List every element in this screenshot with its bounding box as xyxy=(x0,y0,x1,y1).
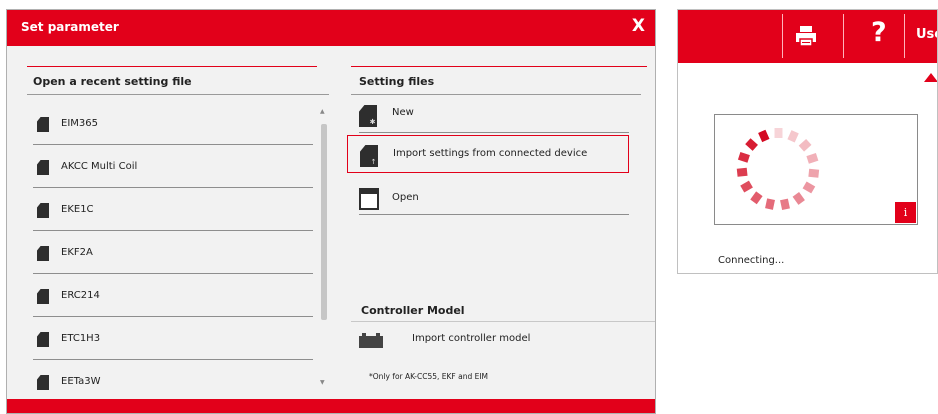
connection-panel: ? User i Co xyxy=(677,9,938,274)
import-file-icon: ↑ xyxy=(360,145,378,167)
scroll-thumb[interactable] xyxy=(321,124,327,320)
new-file-button[interactable]: ✱ New xyxy=(359,96,629,133)
dialog-footer xyxy=(7,399,655,413)
file-icon xyxy=(37,375,49,390)
recent-file-label: AKCC Multi Coil xyxy=(61,161,138,172)
dialog-header: Set parameter X xyxy=(7,10,655,46)
recent-file-label: EKF2A xyxy=(61,247,93,258)
printer-icon[interactable] xyxy=(795,25,817,47)
recent-heading-divider xyxy=(27,94,329,95)
setting-files-divider xyxy=(351,94,641,95)
set-parameter-dialog: Set parameter X Open a recent setting fi… xyxy=(6,9,656,414)
new-file-icon: ✱ xyxy=(359,105,377,127)
recent-file-label: ERC214 xyxy=(61,290,100,301)
controller-icon xyxy=(359,333,383,348)
user-menu[interactable]: User xyxy=(916,27,937,42)
recent-files-heading: Open a recent setting file xyxy=(33,75,192,88)
folder-icon xyxy=(359,188,379,210)
recent-heading-accent-line xyxy=(27,66,317,67)
scroll-up-arrow-icon[interactable]: ▲ xyxy=(320,108,325,115)
setting-files-accent-line xyxy=(351,66,647,67)
import-controller-model-label: Import controller model xyxy=(412,333,531,344)
setting-files-heading: Setting files xyxy=(359,75,435,88)
recent-files-list: EIM365 AKCC Multi Coil EKE1C EKF2A ERC21… xyxy=(33,102,313,403)
file-icon xyxy=(37,117,49,132)
list-item[interactable]: ETC1H3 xyxy=(33,317,313,360)
recent-file-label: EETa3W xyxy=(61,376,101,387)
help-icon[interactable]: ? xyxy=(871,18,887,48)
header-separator xyxy=(904,14,905,58)
controller-model-divider xyxy=(351,321,655,322)
info-button[interactable]: i xyxy=(895,202,916,223)
recent-file-label: EKE1C xyxy=(61,204,94,215)
recent-file-label: ETC1H3 xyxy=(61,333,101,344)
recent-file-label: EIM365 xyxy=(61,118,98,129)
import-settings-button[interactable]: ↑ Import settings from connected device xyxy=(347,135,629,173)
list-item[interactable]: ERC214 xyxy=(33,274,313,317)
list-item[interactable]: AKCC Multi Coil xyxy=(33,145,313,188)
open-file-button[interactable]: Open xyxy=(359,181,629,215)
controller-model-heading: Controller Model xyxy=(361,304,465,317)
file-icon xyxy=(37,203,49,218)
new-file-label: New xyxy=(392,107,414,118)
collapse-arrow-icon[interactable] xyxy=(924,73,937,82)
dialog-title: Set parameter xyxy=(21,20,119,34)
close-button[interactable]: X xyxy=(632,16,645,36)
recent-list-scrollbar[interactable]: ▲ ▼ xyxy=(319,106,329,388)
header-separator xyxy=(782,14,783,58)
header-separator xyxy=(843,14,844,58)
loading-spinner-icon xyxy=(736,128,820,211)
file-icon xyxy=(37,332,49,347)
progress-box: i xyxy=(714,114,918,225)
list-item[interactable]: EETa3W xyxy=(33,360,313,403)
list-item[interactable]: EKE1C xyxy=(33,188,313,231)
file-icon xyxy=(37,160,49,175)
file-icon xyxy=(37,289,49,304)
list-item[interactable]: EIM365 xyxy=(33,102,313,145)
import-controller-model-button[interactable]: Import controller model xyxy=(359,332,649,352)
file-icon xyxy=(37,246,49,261)
app-header: ? User xyxy=(678,10,937,63)
import-settings-label: Import settings from connected device xyxy=(393,148,588,159)
open-file-label: Open xyxy=(392,192,419,203)
scroll-down-arrow-icon[interactable]: ▼ xyxy=(320,379,325,386)
list-item[interactable]: EKF2A xyxy=(33,231,313,274)
controller-model-note: *Only for AK-CC55, EKF and EIM xyxy=(369,372,489,381)
connection-status-text: Connecting... xyxy=(718,255,785,266)
